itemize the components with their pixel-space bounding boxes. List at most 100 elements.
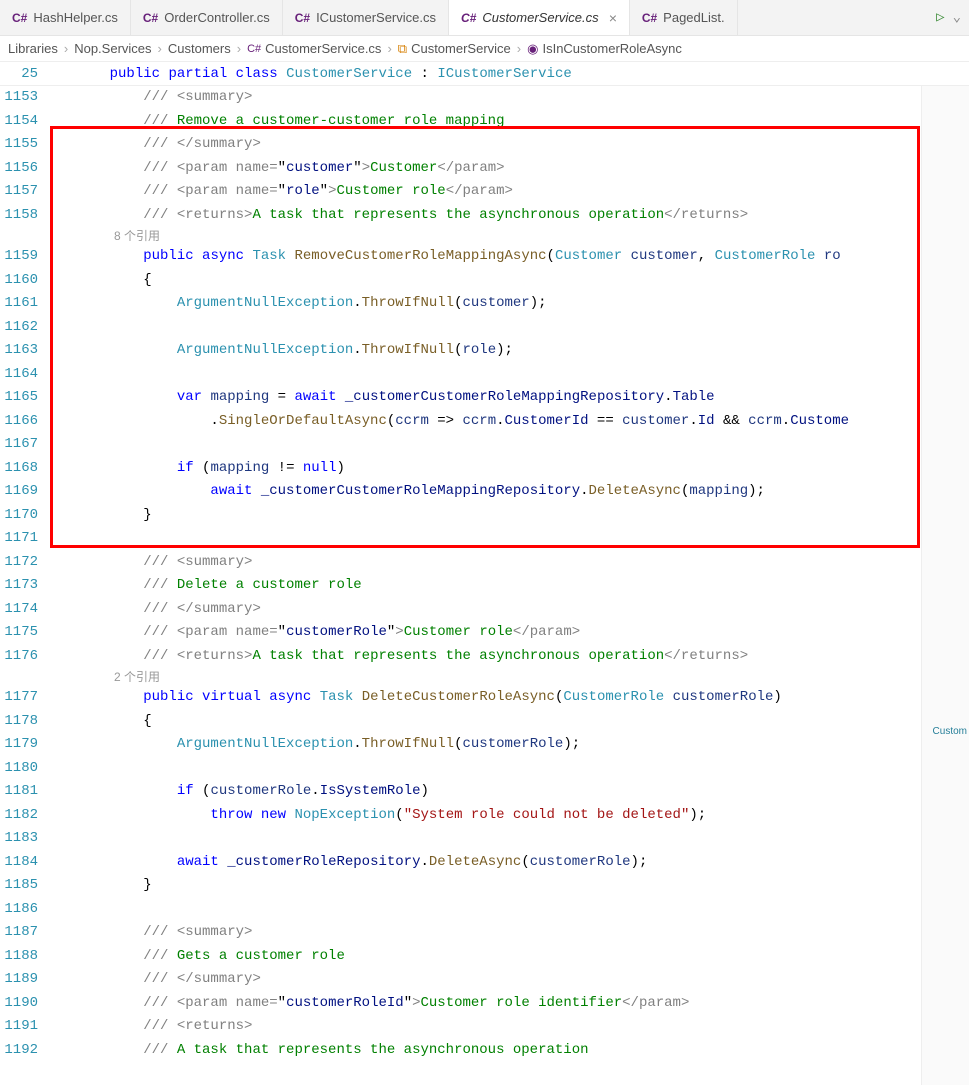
fold-gutter[interactable] [56, 133, 76, 157]
code-line[interactable]: 1189 /// </summary> [0, 968, 921, 992]
code-content[interactable]: /// <summary> [76, 551, 921, 575]
fold-gutter[interactable] [56, 804, 76, 828]
fold-gutter[interactable] [56, 180, 76, 204]
fold-gutter[interactable] [56, 457, 76, 481]
code-content[interactable]: throw new NopException("System role coul… [76, 804, 921, 828]
code-line[interactable]: 1176 /// <returns>A task that represents… [0, 645, 921, 669]
fold-gutter[interactable] [56, 621, 76, 645]
code-line[interactable]: 1186 [0, 898, 921, 922]
breadcrumb-item[interactable]: Customers [168, 41, 231, 56]
code-editor[interactable]: 1153 /// <summary>1154 /// Remove a cust… [0, 86, 921, 1085]
code-content[interactable]: /// <param name="customerRole">Customer … [76, 621, 921, 645]
code-content[interactable]: /// </summary> [76, 133, 921, 157]
code-line[interactable]: 1159 public async Task RemoveCustomerRol… [0, 245, 921, 269]
code-line[interactable]: 1156 /// <param name="customer">Customer… [0, 157, 921, 181]
code-line[interactable]: 1160 { [0, 269, 921, 293]
fold-gutter[interactable] [56, 874, 76, 898]
fold-gutter[interactable] [56, 968, 76, 992]
fold-gutter[interactable] [56, 1039, 76, 1063]
fold-gutter[interactable] [56, 598, 76, 622]
code-content[interactable]: /// <param name="role">Customer role</pa… [76, 180, 921, 204]
code-line[interactable]: 1187 /// <summary> [0, 921, 921, 945]
code-content[interactable]: { [76, 269, 921, 293]
code-line[interactable]: 1192 /// A task that represents the asyn… [0, 1039, 921, 1063]
code-line[interactable]: 1185 } [0, 874, 921, 898]
minimap[interactable]: Custom [921, 86, 969, 1085]
code-line[interactable]: 1174 /// </summary> [0, 598, 921, 622]
fold-gutter[interactable] [56, 574, 76, 598]
code-line[interactable]: 1155 /// </summary> [0, 133, 921, 157]
code-content[interactable]: /// </summary> [76, 968, 921, 992]
code-line[interactable]: 1181 if (customerRole.IsSystemRole) [0, 780, 921, 804]
code-content[interactable]: /// <summary> [76, 921, 921, 945]
fold-gutter[interactable] [56, 921, 76, 945]
code-line[interactable]: 1173 /// Delete a customer role [0, 574, 921, 598]
code-content[interactable]: if (customerRole.IsSystemRole) [76, 780, 921, 804]
code-content[interactable]: ArgumentNullException.ThrowIfNull(custom… [76, 733, 921, 757]
code-line[interactable]: 1167 [0, 433, 921, 457]
code-line[interactable]: 1169 await _customerCustomerRoleMappingR… [0, 480, 921, 504]
fold-gutter[interactable] [56, 710, 76, 734]
fold-gutter[interactable] [56, 898, 76, 922]
code-content[interactable]: /// <param name="customerRoleId">Custome… [76, 992, 921, 1016]
code-line[interactable]: 1172 /// <summary> [0, 551, 921, 575]
fold-gutter[interactable] [56, 316, 76, 340]
fold-gutter[interactable] [56, 551, 76, 575]
code-content[interactable]: /// </summary> [76, 598, 921, 622]
fold-gutter[interactable] [56, 86, 76, 110]
fold-gutter[interactable] [56, 851, 76, 875]
breadcrumbs[interactable]: Libraries › Nop.Services › Customers › C… [0, 36, 969, 62]
code-line[interactable]: 1161 ArgumentNullException.ThrowIfNull(c… [0, 292, 921, 316]
fold-gutter[interactable] [56, 827, 76, 851]
code-line[interactable]: 1171 [0, 527, 921, 551]
code-content[interactable]: public async Task RemoveCustomerRoleMapp… [76, 245, 921, 269]
fold-gutter[interactable] [56, 733, 76, 757]
code-content[interactable]: var mapping = await _customerCustomerRol… [76, 386, 921, 410]
code-line[interactable]: 1184 await _customerRoleRepository.Delet… [0, 851, 921, 875]
code-content[interactable] [76, 433, 921, 457]
tab-ordercontroller[interactable]: C# OrderController.cs [131, 0, 283, 35]
code-line[interactable]: 1177 public virtual async Task DeleteCus… [0, 686, 921, 710]
fold-gutter[interactable] [56, 157, 76, 181]
code-content[interactable]: /// <returns> [76, 1015, 921, 1039]
code-content[interactable]: /// <returns>A task that represents the … [76, 645, 921, 669]
code-content[interactable]: /// <returns>A task that represents the … [76, 204, 921, 228]
code-content[interactable] [76, 898, 921, 922]
code-line[interactable]: 1162 [0, 316, 921, 340]
tab-hashhelper[interactable]: C# HashHelper.cs [0, 0, 131, 35]
code-line[interactable]: 1153 /// <summary> [0, 86, 921, 110]
code-content[interactable]: /// <param name="customer">Customer</par… [76, 157, 921, 181]
chevron-down-icon[interactable]: ⌄ [953, 9, 961, 26]
code-content[interactable] [76, 827, 921, 851]
code-line[interactable]: 1182 throw new NopException("System role… [0, 804, 921, 828]
code-line[interactable]: 1157 /// <param name="role">Customer rol… [0, 180, 921, 204]
code-content[interactable]: public virtual async Task DeleteCustomer… [76, 686, 921, 710]
tab-pagedlist[interactable]: C# PagedList. [630, 0, 738, 35]
code-content[interactable]: /// Delete a customer role [76, 574, 921, 598]
code-line[interactable]: 1154 /// Remove a customer-customer role… [0, 110, 921, 134]
code-line[interactable]: 1190 /// <param name="customerRoleId">Cu… [0, 992, 921, 1016]
fold-gutter[interactable] [56, 269, 76, 293]
sticky-scroll-header[interactable]: 25 public partial class CustomerService … [0, 62, 969, 86]
fold-gutter[interactable] [56, 780, 76, 804]
fold-gutter[interactable] [56, 504, 76, 528]
fold-gutter[interactable] [56, 292, 76, 316]
code-line[interactable]: 1180 [0, 757, 921, 781]
code-content[interactable] [76, 527, 921, 551]
code-content[interactable] [76, 316, 921, 340]
code-line[interactable]: 1170 } [0, 504, 921, 528]
breadcrumb-item[interactable]: CustomerService [411, 41, 511, 56]
codelens-references[interactable]: 8 个引用 [0, 227, 921, 245]
fold-gutter[interactable] [56, 686, 76, 710]
code-line[interactable]: 1166 .SingleOrDefaultAsync(ccrm => ccrm.… [0, 410, 921, 434]
fold-gutter[interactable] [56, 339, 76, 363]
fold-gutter[interactable] [56, 992, 76, 1016]
fold-gutter[interactable] [56, 386, 76, 410]
code-content[interactable]: ArgumentNullException.ThrowIfNull(role); [76, 339, 921, 363]
code-line[interactable]: 1175 /// <param name="customerRole">Cust… [0, 621, 921, 645]
run-icon[interactable]: ▷ [936, 9, 944, 26]
code-content[interactable]: .SingleOrDefaultAsync(ccrm => ccrm.Custo… [76, 410, 921, 434]
code-content[interactable] [76, 363, 921, 387]
fold-gutter[interactable] [56, 363, 76, 387]
tab-icustomerservice[interactable]: C# ICustomerService.cs [283, 0, 449, 35]
